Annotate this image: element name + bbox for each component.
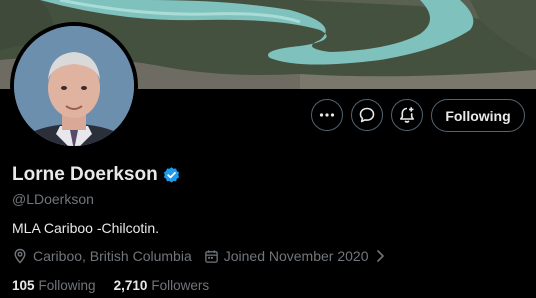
display-name: Lorne Doerkson (12, 164, 158, 185)
following-link[interactable]: 105 Following (12, 278, 96, 293)
profile-stats: 105 Following 2,710 Followers (12, 278, 209, 293)
profile-name: Lorne Doerkson (12, 164, 181, 186)
following-label: Following (38, 278, 96, 293)
profile-meta: Cariboo, British Columbia Joined Novembe… (12, 248, 386, 264)
message-button[interactable] (351, 99, 383, 131)
notifications-button[interactable] (391, 99, 423, 131)
avatar[interactable] (14, 26, 134, 146)
following-button[interactable]: Following (431, 99, 525, 132)
more-options-button[interactable] (311, 99, 343, 131)
followers-count: 2,710 (113, 278, 148, 293)
calendar-icon (204, 249, 218, 263)
more-icon (319, 113, 335, 117)
following-count: 105 (12, 278, 35, 293)
location-item: Cariboo, British Columbia (12, 248, 192, 264)
chevron-right-icon (376, 250, 384, 262)
location-text: Cariboo, British Columbia (33, 248, 192, 264)
message-icon (359, 107, 375, 123)
profile-handle: @LDoerkson (12, 191, 94, 207)
joined-text: Joined November 2020 (223, 248, 369, 264)
followers-link[interactable]: 2,710 Followers (114, 278, 210, 293)
location-pin-icon (14, 248, 26, 264)
verified-badge-icon[interactable] (162, 166, 181, 185)
followers-label: Followers (151, 278, 210, 293)
notification-bell-icon (400, 107, 414, 123)
profile-bio: MLA Cariboo -Chilcotin. (12, 220, 160, 236)
joined-item[interactable]: Joined November 2020 (204, 248, 386, 264)
